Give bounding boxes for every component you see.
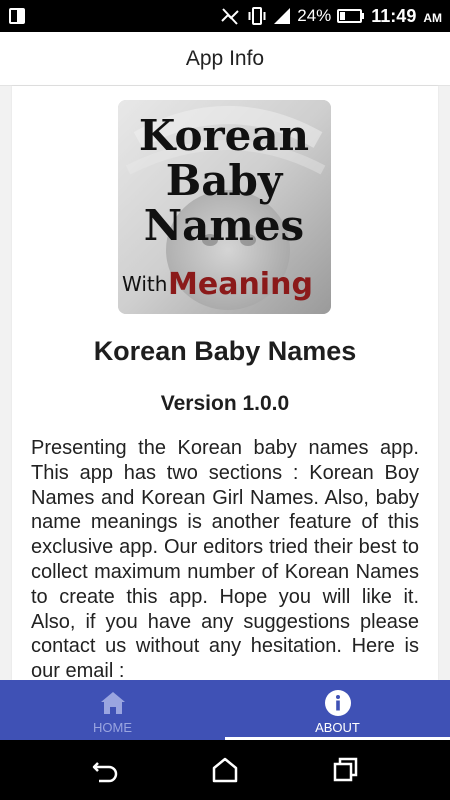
- signal-off-icon: [221, 8, 239, 25]
- app-info-content[interactable]: Korean Baby Names With Meaning Korean Ba…: [12, 86, 438, 680]
- app-version: Version 1.0.0: [160, 392, 290, 415]
- battery-icon: [337, 9, 365, 23]
- page-title: App Info: [185, 46, 265, 70]
- logo-text-names: Names: [144, 201, 304, 250]
- back-icon[interactable]: [89, 754, 121, 786]
- nav-label-home: HOME: [93, 720, 132, 735]
- home-icon: [101, 692, 125, 714]
- clock-time: 11:49: [371, 6, 417, 26]
- app-description: Presenting the Korean baby names app. Th…: [31, 437, 419, 680]
- clock-ampm: AM: [423, 10, 442, 25]
- app-logo: Korean Baby Names With Meaning: [118, 100, 331, 314]
- bottom-navigation: HOME ABOUT: [0, 680, 450, 740]
- logo-text-with: With: [122, 272, 167, 296]
- logo-text-baby: Baby: [166, 156, 284, 205]
- home-outline-icon[interactable]: [209, 754, 241, 786]
- battery-percent: 24%: [297, 6, 332, 25]
- vibrate-icon: [248, 7, 266, 25]
- logo-text-meaning: Meaning: [168, 267, 313, 302]
- nav-item-home[interactable]: HOME: [0, 680, 225, 740]
- recents-icon[interactable]: [329, 754, 361, 786]
- nav-item-about[interactable]: ABOUT: [225, 680, 450, 740]
- info-icon: [325, 690, 351, 716]
- app-name: Korean Baby Names: [93, 336, 357, 366]
- cell-signal-icon: [274, 8, 291, 24]
- nav-label-about: ABOUT: [315, 720, 360, 735]
- logo-text-korean: Korean: [139, 111, 309, 160]
- screen: 24% 11:49 AM App Info Korean Baby Names …: [0, 0, 450, 800]
- app-bar: App Info: [0, 32, 450, 86]
- status-bar: 24% 11:49 AM: [0, 0, 450, 32]
- system-navigation-bar: [0, 740, 450, 800]
- screen-mirror-icon: [9, 8, 25, 24]
